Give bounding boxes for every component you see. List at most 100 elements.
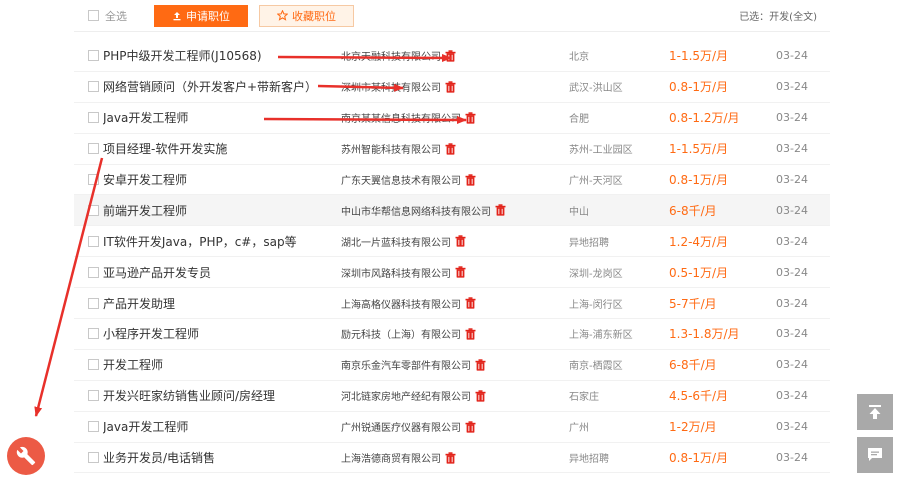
comment-icon [868, 448, 882, 461]
job-row: 开发工程师 南京乐金汽车零部件有限公司 南京-栖霞区 6-8千/月 03-24 [74, 350, 830, 381]
company-link[interactable]: 苏州智能科技有限公司 [341, 141, 441, 156]
job-date: 03-24 [776, 142, 808, 156]
job-date: 03-24 [776, 111, 808, 125]
company-link[interactable]: 广州锐通医疗仪器有限公司 [341, 419, 461, 434]
job-title-link[interactable]: 项目经理-软件开发实施 [103, 140, 341, 157]
job-checkbox[interactable] [88, 328, 99, 340]
company-cell: 苏州智能科技有限公司 [341, 141, 569, 156]
company-link[interactable]: 中山市华帮信息网络科技有限公司 [341, 203, 491, 218]
company-cell: 南京乐金汽车零部件有限公司 [341, 357, 569, 372]
job-location: 南京-栖霞区 [569, 361, 623, 373]
trash-icon[interactable] [465, 112, 476, 124]
favorite-job-button[interactable]: 收藏职位 [259, 4, 354, 27]
trash-icon[interactable] [475, 359, 486, 371]
job-title-link[interactable]: PHP中级开发工程师(J10568) [103, 47, 341, 64]
job-salary: 1-2万/月 [669, 420, 717, 435]
job-title-link[interactable]: 亚马逊产品开发专员 [103, 264, 341, 281]
trash-icon[interactable] [465, 297, 476, 309]
job-checkbox[interactable] [88, 204, 99, 216]
job-row: 项目经理-软件开发实施 苏州智能科技有限公司 苏州-工业园区 1-1.5万/月 … [74, 134, 830, 165]
job-checkbox[interactable] [88, 421, 99, 433]
trash-icon[interactable] [465, 173, 476, 186]
back-to-top-button[interactable] [857, 394, 893, 430]
company-cell: 励元科技（上海）有限公司 [341, 326, 569, 341]
job-salary: 0.8-1万/月 [669, 80, 729, 95]
job-salary: 1.3-1.8万/月 [669, 327, 740, 342]
job-location: 武汉-洪山区 [569, 83, 623, 95]
job-title-link[interactable]: 安卓开发工程师 [103, 171, 341, 188]
job-salary: 1-1.5万/月 [669, 142, 729, 157]
job-date: 03-24 [776, 49, 808, 63]
job-checkbox[interactable] [88, 359, 99, 371]
job-title-link[interactable]: Java开发工程师 [103, 418, 341, 435]
company-link[interactable]: 上海高格仪器科技有限公司 [341, 296, 461, 311]
job-title-link[interactable]: Java开发工程师 [103, 109, 341, 126]
job-location: 北京 [569, 52, 589, 64]
job-row: 亚马逊产品开发专员 深圳市风路科技有限公司 深圳-龙岗区 0.5-1万/月 03… [74, 257, 830, 289]
apply-job-label: 申请职位 [186, 9, 230, 23]
company-link[interactable]: 广东天翼信息技术有限公司 [341, 172, 461, 187]
job-checkbox[interactable] [88, 297, 99, 309]
trash-icon[interactable] [445, 142, 456, 155]
wrench-icon [16, 446, 36, 466]
trash-icon[interactable] [455, 266, 466, 278]
company-link[interactable]: 河北链家房地产经纪有限公司 [341, 388, 471, 403]
company-link[interactable]: 南京乐金汽车零部件有限公司 [341, 357, 471, 372]
job-location: 中山 [569, 206, 589, 218]
job-date: 03-24 [776, 451, 808, 465]
job-date: 03-24 [776, 389, 808, 403]
trash-icon[interactable] [445, 81, 456, 93]
job-list: PHP中级开发工程师(J10568) 北京天融科技有限公司 北京 1-1.5万/… [74, 41, 830, 474]
job-row: 开发兴旺家纺销售业顾问/房经理 河北链家房地产经纪有限公司 石家庄 4.5-6千… [74, 381, 830, 412]
company-link[interactable]: 湖北一片蓝科技有限公司 [341, 234, 451, 249]
trash-icon[interactable] [475, 390, 486, 402]
job-checkbox[interactable] [88, 50, 99, 62]
selected-filter-info: 已选：开发(全文) [739, 12, 817, 23]
company-cell: 广州锐通医疗仪器有限公司 [341, 419, 569, 434]
job-title-link[interactable]: 前端开发工程师 [103, 202, 341, 219]
company-link[interactable]: 深圳市某科技有限公司 [341, 79, 441, 94]
job-checkbox[interactable] [88, 235, 99, 247]
job-checkbox[interactable] [88, 81, 99, 93]
job-date: 03-24 [776, 420, 808, 434]
apply-job-button[interactable]: 申请职位 [154, 4, 248, 27]
trash-icon[interactable] [455, 235, 466, 247]
job-location: 广州 [569, 423, 589, 435]
job-title-link[interactable]: 小程序开发工程师 [103, 325, 341, 342]
job-checkbox[interactable] [88, 143, 99, 155]
company-link[interactable]: 上海浩德商贸有限公司 [341, 450, 441, 465]
job-salary: 0.5-1万/月 [669, 265, 729, 280]
company-link[interactable]: 励元科技（上海）有限公司 [341, 326, 461, 341]
job-checkbox[interactable] [88, 452, 99, 464]
trash-icon[interactable] [445, 50, 456, 62]
job-salary: 5-7千/月 [669, 296, 717, 311]
company-link[interactable]: 北京天融科技有限公司 [341, 48, 441, 63]
trash-icon[interactable] [495, 204, 506, 216]
job-list-toolbar: 全选 申请职位 收藏职位 已选：开发(全文) [74, 0, 830, 32]
job-checkbox[interactable] [88, 112, 99, 124]
job-title-link[interactable]: 开发兴旺家纺销售业顾问/房经理 [103, 387, 341, 404]
company-cell: 上海浩德商贸有限公司 [341, 450, 569, 465]
company-link[interactable]: 南京某某信息科技有限公司 [341, 110, 461, 125]
job-row: 网络营销顾问（外开发客户+带新客户） 深圳市某科技有限公司 武汉-洪山区 0.8… [74, 72, 830, 103]
job-row: 前端开发工程师 中山市华帮信息网络科技有限公司 中山 6-8千/月 03-24 [74, 195, 830, 227]
select-all-label[interactable]: 全选 [105, 8, 127, 24]
job-checkbox[interactable] [88, 390, 99, 402]
job-title-link[interactable]: 开发工程师 [103, 356, 341, 373]
job-checkbox[interactable] [88, 266, 99, 278]
job-salary: 4.5-6千/月 [669, 389, 729, 404]
select-all-checkbox[interactable] [88, 10, 99, 21]
job-title-link[interactable]: IT软件开发Java，PHP，c#，sap等 [103, 233, 341, 250]
trash-icon[interactable] [445, 451, 456, 464]
job-title-link[interactable]: 业务开发员/电话销售 [103, 449, 341, 466]
job-title-link[interactable]: 网络营销顾问（外开发客户+带新客户） [103, 78, 341, 95]
company-cell: 湖北一片蓝科技有限公司 [341, 234, 569, 249]
tools-button[interactable] [7, 437, 45, 475]
company-link[interactable]: 深圳市风路科技有限公司 [341, 265, 451, 280]
job-title-link[interactable]: 产品开发助理 [103, 295, 341, 312]
feedback-button[interactable] [857, 437, 893, 473]
trash-icon[interactable] [465, 420, 476, 433]
job-checkbox[interactable] [88, 174, 99, 185]
job-date: 03-24 [776, 173, 808, 186]
trash-icon[interactable] [465, 328, 476, 340]
